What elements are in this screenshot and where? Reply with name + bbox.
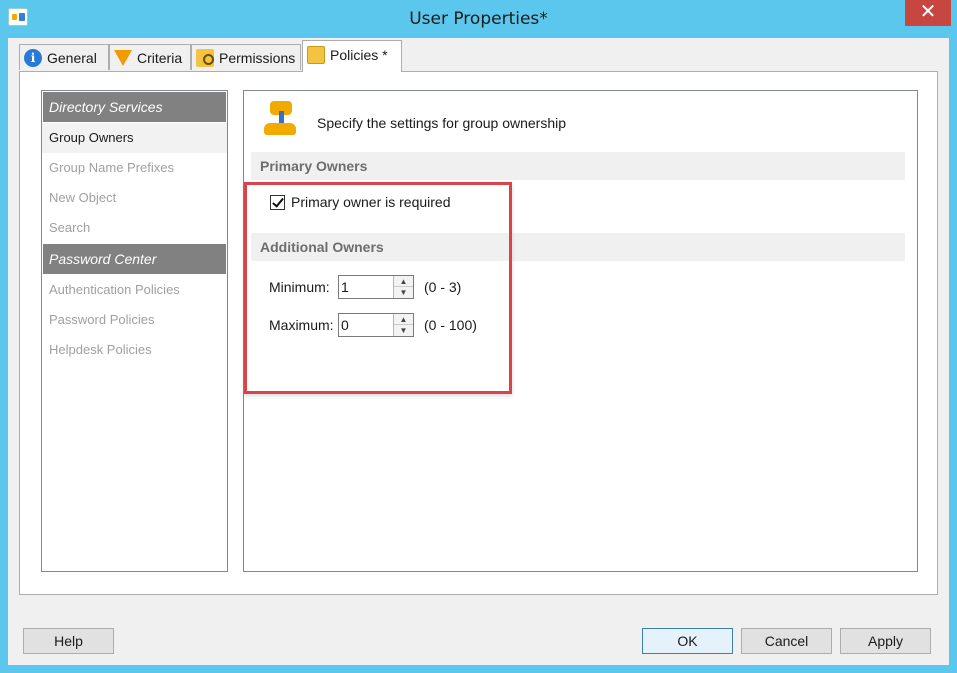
tab-policies[interactable]: Policies *: [302, 40, 402, 72]
nav-item-password-policies[interactable]: Password Policies: [42, 305, 227, 335]
policy-icon: [307, 45, 325, 64]
nav-item-group-name-prefixes[interactable]: Group Name Prefixes: [42, 153, 227, 183]
dialog-client-area: i General Criteria Permissions Policies …: [8, 38, 949, 665]
tab-general[interactable]: i General: [19, 44, 109, 70]
tab-label: Permissions: [219, 49, 296, 66]
ownership-hand-icon: [262, 101, 302, 137]
title-bar[interactable]: User Properties* ✕: [0, 0, 957, 38]
group-owners-settings: Specify the settings for group ownership…: [243, 90, 918, 572]
highlight-box: [244, 182, 512, 394]
nav-item-helpdesk-policies[interactable]: Helpdesk Policies: [42, 335, 227, 365]
nav-item-search[interactable]: Search: [42, 213, 227, 243]
settings-description: Specify the settings for group ownership: [317, 115, 567, 131]
cancel-button[interactable]: Cancel: [741, 628, 832, 654]
nav-header-directory-services: Directory Services: [43, 92, 226, 122]
icon-part: [264, 123, 296, 135]
tab-label: Policies *: [330, 46, 388, 63]
policy-nav: Directory Services Group Owners Group Na…: [41, 90, 228, 572]
nav-item-authentication-policies[interactable]: Authentication Policies: [42, 275, 227, 305]
info-icon: i: [24, 48, 42, 67]
window-title: User Properties*: [409, 9, 548, 29]
nav-header-password-center: Password Center: [43, 244, 226, 274]
apply-button[interactable]: Apply: [840, 628, 931, 654]
section-primary-owners: Primary Owners: [251, 152, 905, 180]
ok-button[interactable]: OK: [642, 628, 733, 654]
tab-criteria[interactable]: Criteria: [109, 44, 191, 70]
help-button[interactable]: Help: [23, 628, 114, 654]
close-button[interactable]: ✕: [905, 0, 951, 26]
folder-key-icon: [196, 48, 214, 67]
properties-window: User Properties* ✕ i General Criteria Pe…: [0, 0, 957, 673]
tab-label: General: [47, 49, 97, 66]
nav-item-group-owners[interactable]: Group Owners: [42, 123, 227, 153]
tab-label: Criteria: [137, 49, 183, 66]
funnel-icon: [114, 49, 132, 66]
nav-item-new-object[interactable]: New Object: [42, 183, 227, 213]
tab-panel: Directory Services Group Owners Group Na…: [19, 71, 938, 595]
tab-permissions[interactable]: Permissions: [191, 44, 301, 70]
